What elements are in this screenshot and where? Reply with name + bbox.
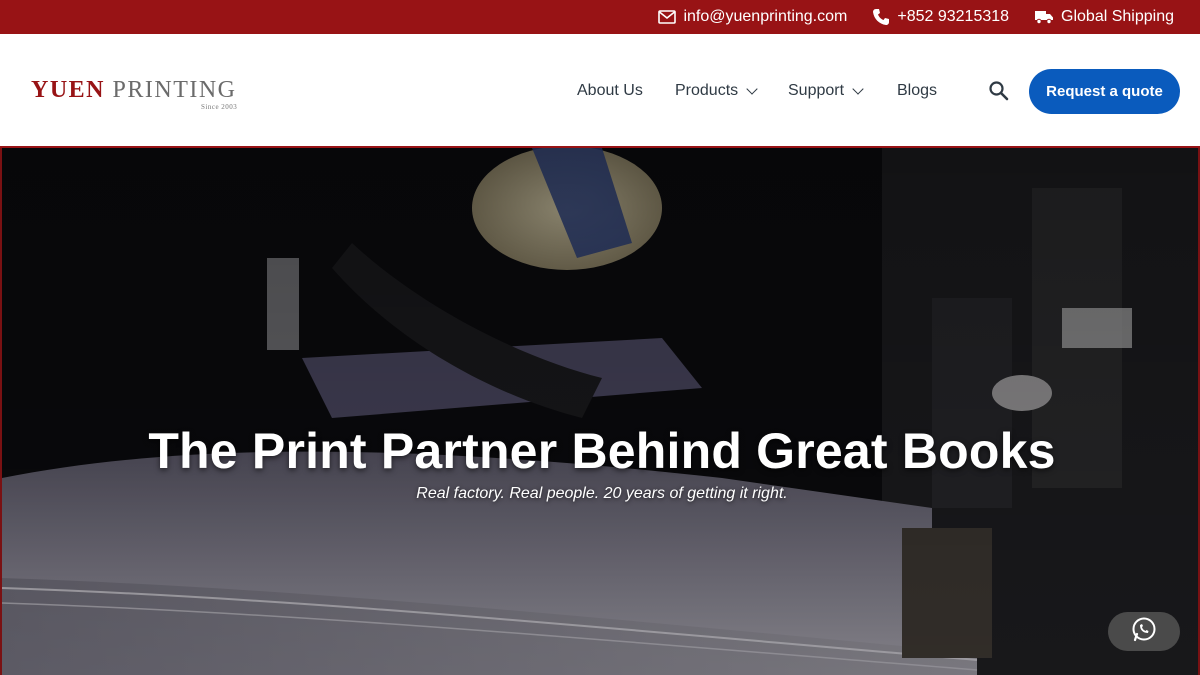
truck-icon <box>1034 9 1054 25</box>
logo-word-printing: PRINTING <box>112 77 237 103</box>
site-logo[interactable]: YUEN PRINTING Since 2003 <box>31 76 251 116</box>
nav-support[interactable]: Support <box>788 82 864 100</box>
logo-since: Since 2003 <box>201 103 238 111</box>
hero-subtitle: Real factory. Real people. 20 years of g… <box>416 485 788 502</box>
email-text: info@yuenprinting.com <box>683 8 848 25</box>
chevron-down-icon <box>746 83 758 95</box>
chevron-down-icon <box>852 83 864 95</box>
request-quote-button[interactable]: Request a quote <box>1029 69 1180 114</box>
search-icon[interactable] <box>988 80 1010 102</box>
email-link[interactable]: info@yuenprinting.com <box>658 8 847 26</box>
phone-link[interactable]: +852 93215318 <box>872 8 1009 26</box>
hero-banner: The Print Partner Behind Great Books Rea… <box>0 148 1200 675</box>
nav-support-label: Support <box>788 82 845 99</box>
envelope-icon <box>658 10 677 24</box>
phone-icon <box>872 8 890 26</box>
hero-title: The Print Partner Behind Great Books <box>148 423 1056 479</box>
nav-about-us[interactable]: About Us <box>577 82 643 100</box>
logo-wordmark: YUEN PRINTING <box>31 76 237 104</box>
site-header: YUEN PRINTING Since 2003 About Us Produc… <box>0 34 1200 148</box>
shipping-text: Global Shipping <box>1061 8 1174 25</box>
top-contact-bar: info@yuenprinting.com +852 93215318 Glob… <box>0 0 1200 34</box>
nav-products[interactable]: Products <box>675 82 758 100</box>
shipping-link[interactable]: Global Shipping <box>1034 8 1174 26</box>
whatsapp-chat-button[interactable] <box>1108 612 1180 651</box>
hero-background-image <box>2 148 1198 675</box>
nav-products-label: Products <box>675 82 739 99</box>
nav-blogs[interactable]: Blogs <box>897 82 937 100</box>
logo-word-yuen: YUEN <box>31 77 106 103</box>
nav-about-label: About Us <box>577 82 643 99</box>
nav-blogs-label: Blogs <box>897 82 938 99</box>
whatsapp-icon <box>1131 616 1157 647</box>
phone-text: +852 93215318 <box>897 8 1010 25</box>
